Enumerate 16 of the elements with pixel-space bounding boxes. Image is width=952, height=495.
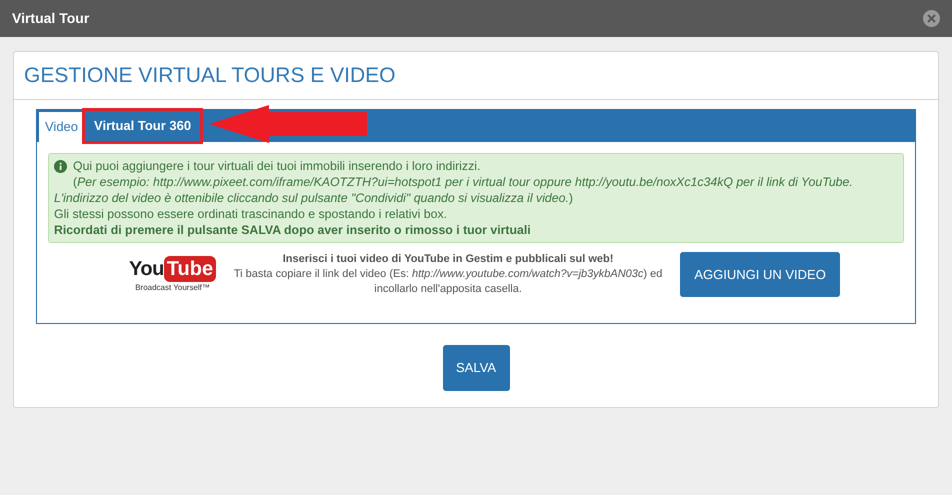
youtube-heading: Inserisci i tuoi video di YouTube in Gestim e pubblicali sul web! [282,252,614,267]
arrow-icon [209,105,369,143]
youtube-text: Ti basta copiare il link del video (Es: http://www.youtube.com/watch?v=jb3ykbAN03c) ed incollarlo nell'apposita casella. [232,267,664,297]
add-video-button[interactable]: AGGIUNGI UN VIDEO [680,252,840,297]
info-text: (Per esempio: http://www.pixeet.com/iframe/KAOTZTH?ui=hotspot1 per i virtual tour oppure http://youtu.be/noxXc1c34kQ per il link di YouTube. L'indirizzo del video è ottenibile cliccando sul pulsante "Condividi" quando si visualizza il video.) [54,174,854,206]
panel-title: GESTIONE VIRTUAL TOURS E VIDEO [24,62,396,89]
window-title: Virtual Tour [12,9,90,28]
info-icon [54,160,67,173]
save-button[interactable]: SALVA [442,345,510,391]
tab[interactable]: Video [39,112,84,142]
info-text: Gli stessi possono essere ordinati trascinando e spostando i relativi box. [54,206,448,222]
tab[interactable]: Virtual Tour 360 [84,110,202,142]
info-text: Ricordati di premere il pulsante SALVA dopo aver inserito o rimosso i tuor virtuali [54,222,532,238]
youtube-logo: YouTube Broadcast Yourself™ [127,256,218,294]
info-text: Qui puoi aggiungere i tour virtuali dei tuoi immobili inserendo i loro indirizzi. [73,158,480,174]
close-icon[interactable] [923,10,940,27]
